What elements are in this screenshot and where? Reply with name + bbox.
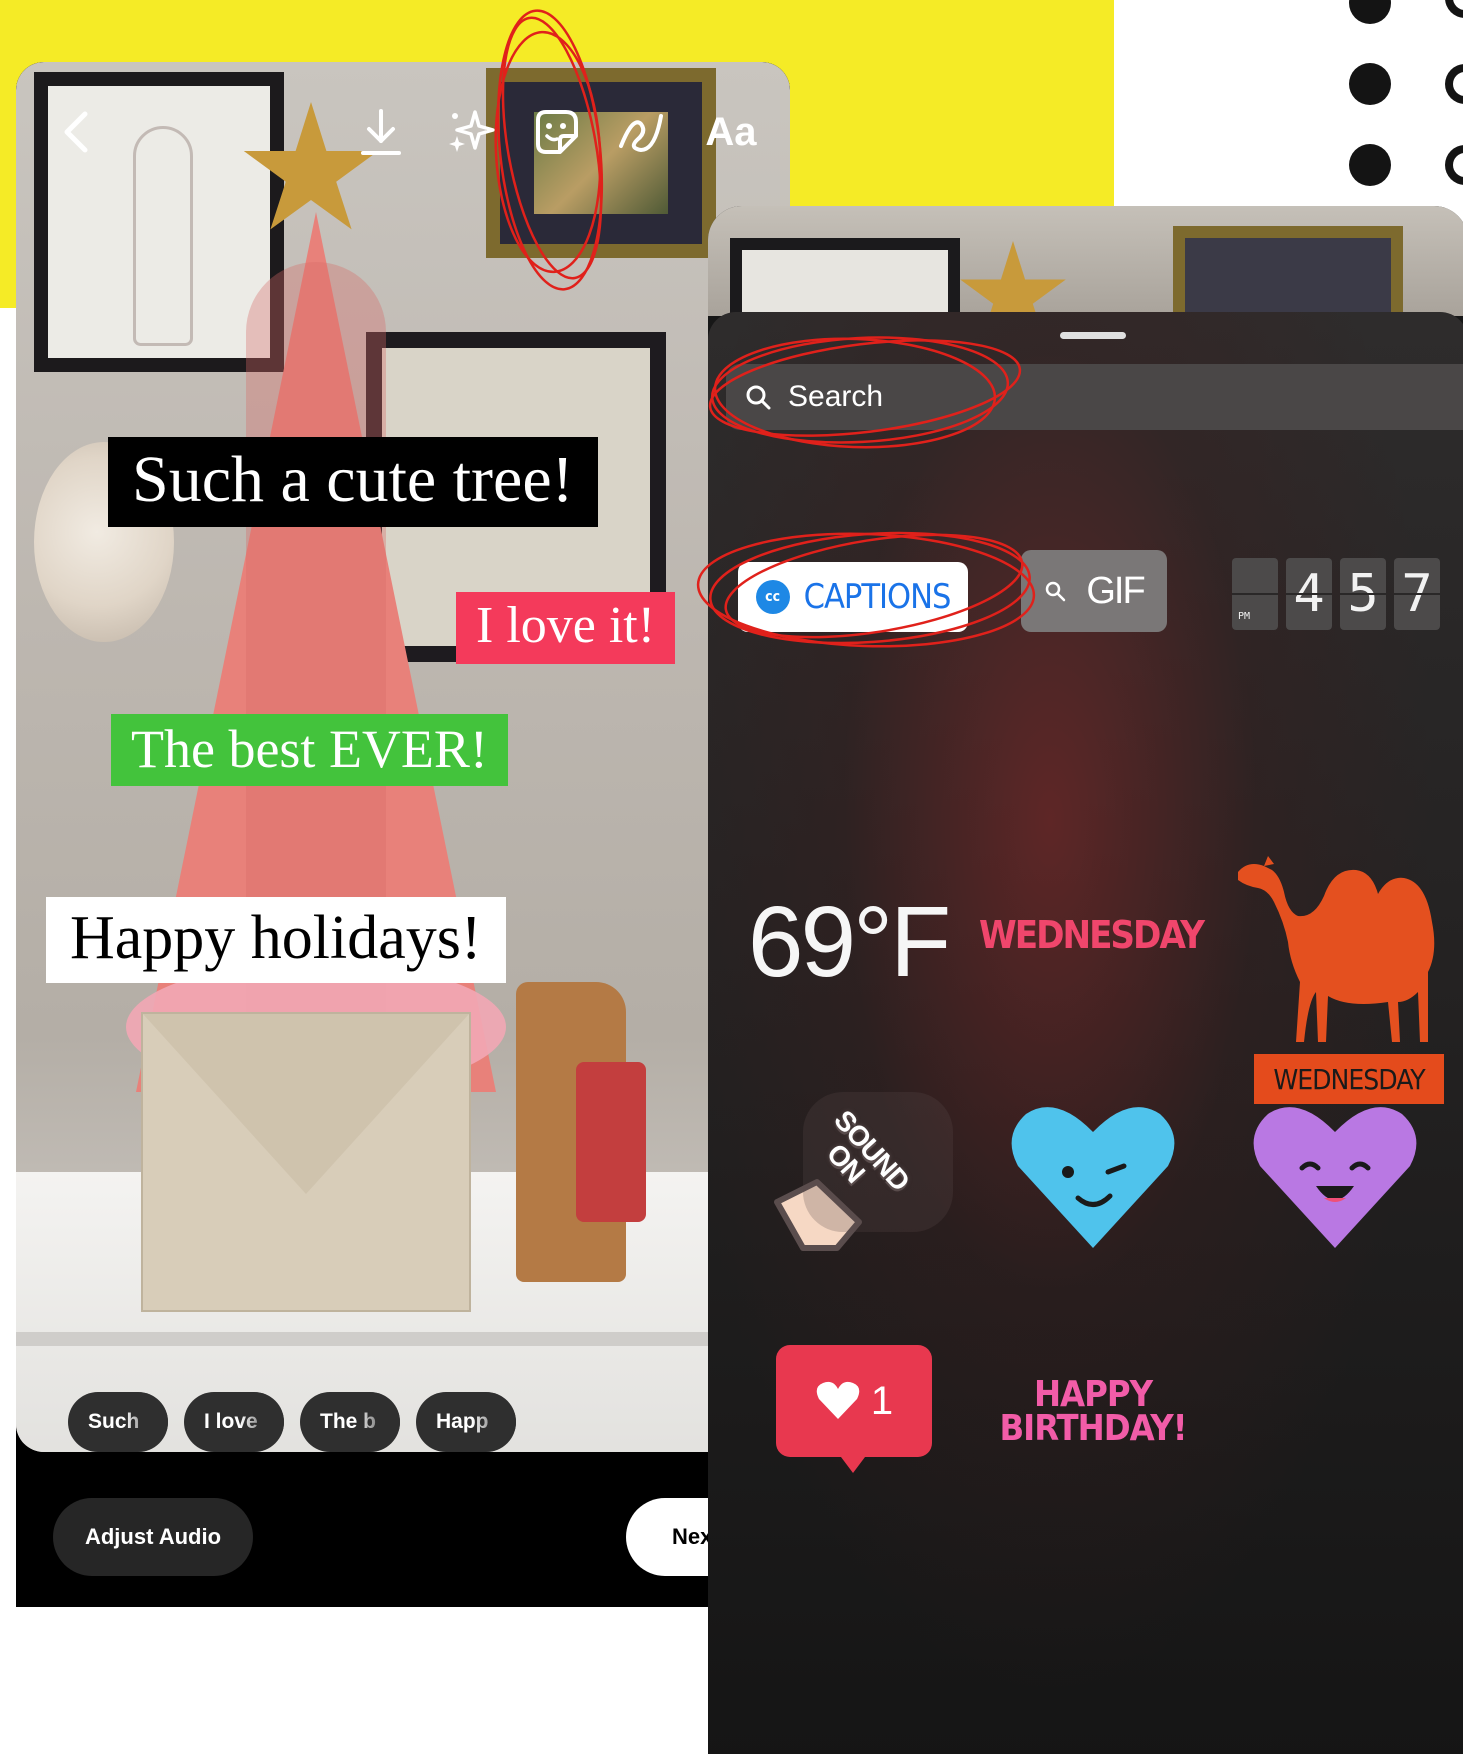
bullet-dot [1349, 144, 1391, 186]
text-fragment [1445, 0, 1463, 18]
temperature-sticker[interactable]: 69°F [748, 882, 951, 1002]
gift-box [141, 1012, 471, 1312]
sticker-tray-screen: Search cc CAPTIONS GIF PM 4 5 7 69°F WED… [708, 206, 1463, 1754]
like-bubble-tail [838, 1453, 868, 1473]
winking-heart-sticker[interactable] [1008, 1102, 1178, 1252]
clock-digit: 5 [1340, 558, 1386, 630]
captions-sticker[interactable]: cc CAPTIONS [738, 562, 968, 632]
adjust-audio-button[interactable]: Adjust Audio [53, 1498, 253, 1576]
camel-icon [1238, 856, 1435, 1042]
clock-period: PM [1232, 558, 1278, 630]
clock-digit: 4 [1286, 558, 1332, 630]
birthday-line: HAPPY [1033, 1373, 1153, 1415]
bullet-dot [1349, 0, 1391, 24]
download-icon[interactable] [356, 102, 406, 162]
search-placeholder: Search [788, 380, 884, 413]
closed-captions-icon: cc [755, 580, 790, 614]
painting-frame [486, 68, 716, 258]
happy-birthday-sticker[interactable]: HAPPY BIRTHDAY! [993, 1357, 1193, 1467]
caption-sticker[interactable]: I love it! [456, 592, 676, 664]
camel-weekday-sticker[interactable]: WEDNESDAY [1228, 832, 1463, 1132]
gif-sticker[interactable]: GIF [1021, 550, 1167, 632]
sticker-icon[interactable] [526, 102, 586, 162]
caption-sticker[interactable]: The best EVER! [111, 714, 508, 786]
bullet-dot [1349, 63, 1391, 105]
scribble-icon[interactable] [611, 102, 671, 162]
caption-chip[interactable]: I love [184, 1392, 284, 1452]
search-icon [746, 385, 771, 410]
text-fragment [1445, 64, 1463, 104]
table-edge [16, 1332, 790, 1346]
sticker-tray: Search cc CAPTIONS GIF PM 4 5 7 69°F WED… [708, 312, 1463, 1754]
birthday-line: BIRTHDAY! [999, 1408, 1188, 1449]
story-photo: Such a cute tree! I love it! The best EV… [16, 62, 790, 1452]
caption-sticker[interactable]: Such a cute tree! [108, 437, 598, 527]
heart-icon [816, 1381, 860, 1419]
screenshot-stage: Such a cute tree! I love it! The best EV… [0, 0, 1463, 1754]
weekday-sticker[interactable]: WEDNESDAY [979, 900, 1205, 970]
text-tool-button[interactable]: Aa [691, 102, 771, 162]
gif-label: GIF [1086, 569, 1145, 612]
smiling-heart-sticker[interactable] [1250, 1102, 1420, 1252]
like-count: 1 [870, 1378, 894, 1423]
story-editor-screen: Such a cute tree! I love it! The best EV… [16, 62, 790, 1607]
heart-icon [1011, 1107, 1175, 1248]
caption-chip[interactable]: Such [68, 1392, 168, 1452]
sparkles-icon[interactable] [441, 102, 501, 162]
caption-chip[interactable]: The b [300, 1392, 400, 1452]
caption-chip[interactable]: Happ [416, 1392, 516, 1452]
sled-ornament [576, 1062, 646, 1222]
captions-label: CAPTIONS [803, 577, 952, 617]
clock-digit: 7 [1394, 558, 1440, 630]
sticker-search-input[interactable]: Search [726, 364, 1463, 430]
editor-toolbar: Aa [16, 102, 790, 162]
drag-handle[interactable] [1060, 332, 1126, 339]
sound-on-sticker[interactable]: SOUND ON [763, 1072, 973, 1272]
background-photo-peek [708, 206, 1463, 358]
text-fragment [1445, 145, 1463, 185]
like-counter-sticker[interactable]: 1 [776, 1345, 936, 1485]
back-icon[interactable] [56, 102, 96, 162]
camel-weekday-label: WEDNESDAY [1254, 1054, 1444, 1104]
like-bubble: 1 [776, 1345, 932, 1457]
heart-icon [1253, 1107, 1417, 1248]
caption-sticker[interactable]: Happy holidays! [46, 897, 506, 983]
search-icon [1046, 581, 1066, 602]
clock-sticker[interactable]: PM 4 5 7 [1232, 558, 1442, 630]
